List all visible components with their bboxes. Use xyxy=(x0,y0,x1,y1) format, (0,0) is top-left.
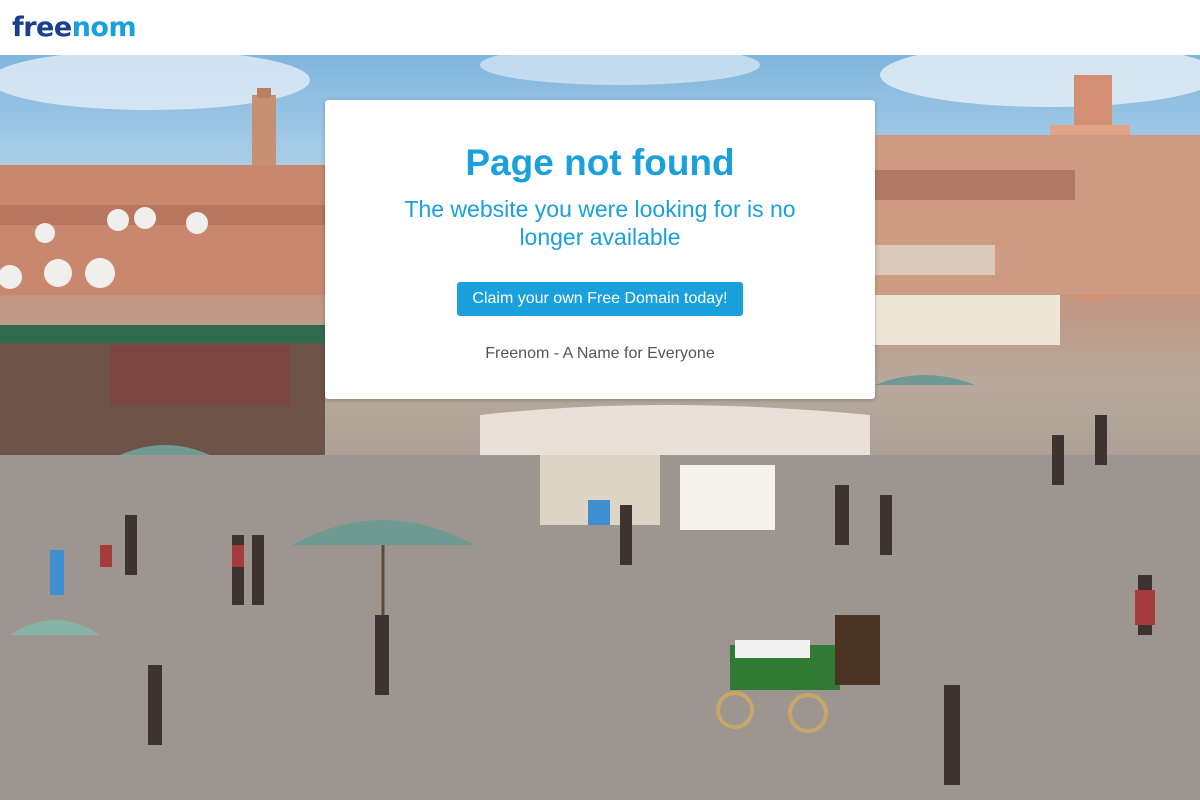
site-header: freenom xyxy=(0,0,1200,55)
tagline: Freenom - A Name for Everyone xyxy=(485,345,715,362)
page-title: Page not found xyxy=(465,142,735,183)
page-subtitle: The website you were looking for is no l… xyxy=(404,196,796,250)
logo-text-free: free xyxy=(12,12,72,43)
error-card: Page not found The website you were look… xyxy=(325,100,875,399)
freenom-logo[interactable]: freenom xyxy=(12,12,137,43)
logo-text-nom: nom xyxy=(71,12,137,43)
claim-free-domain-button[interactable]: Claim your own Free Domain today! xyxy=(457,282,743,316)
